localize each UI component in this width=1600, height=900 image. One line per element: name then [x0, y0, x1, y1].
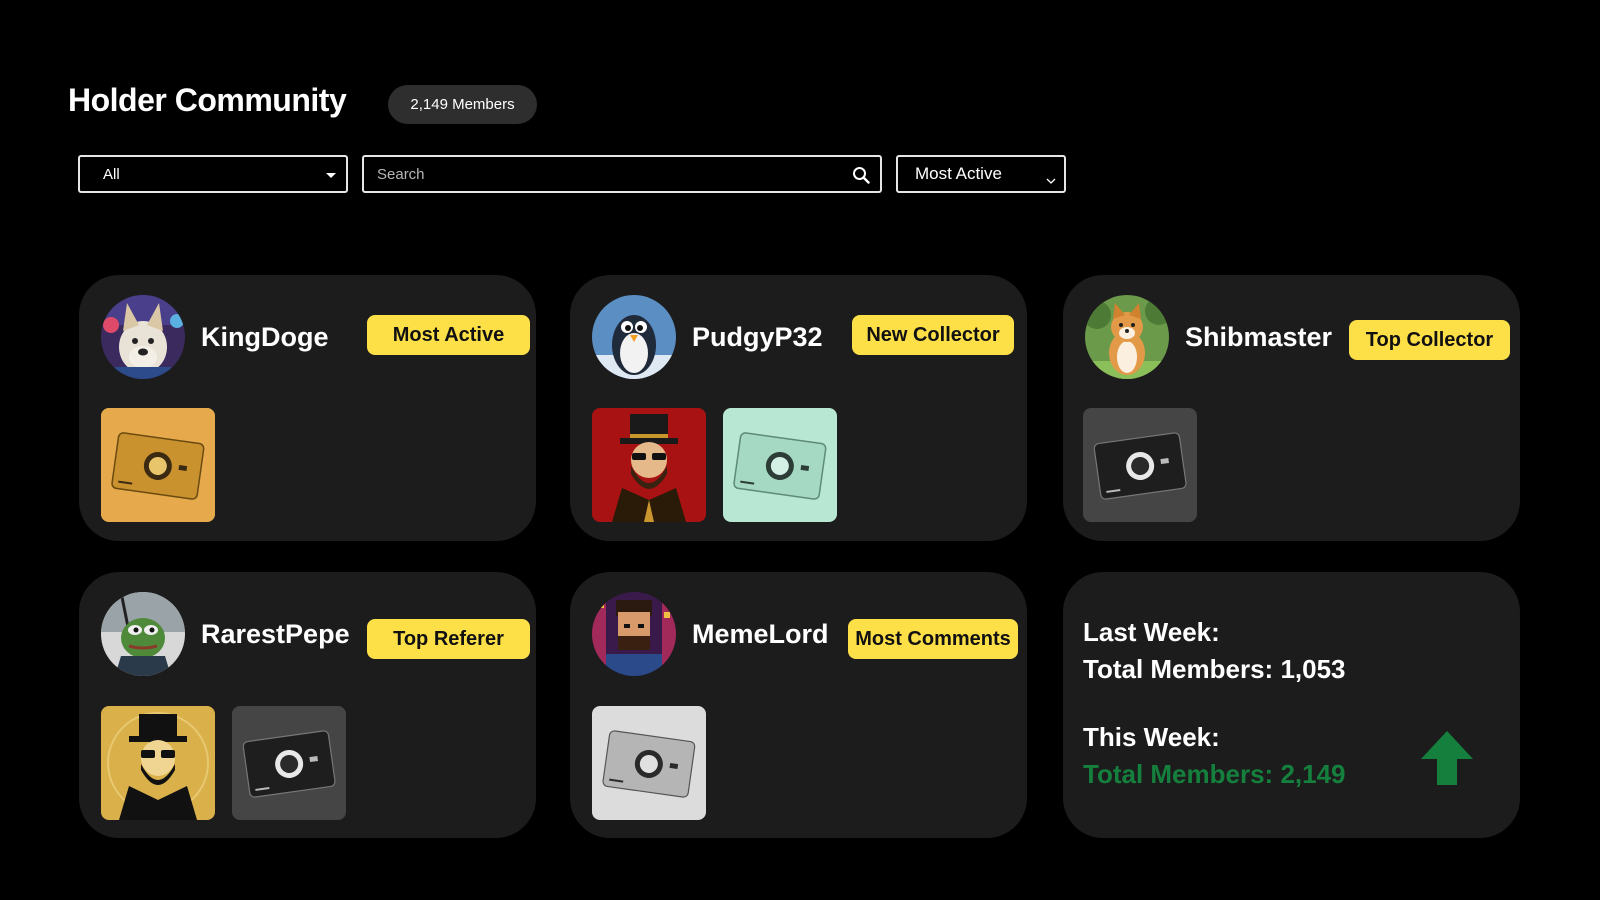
search-icon[interactable] [852, 166, 870, 189]
sort-value: Most Active [915, 164, 1002, 183]
member-badge: Most Active [367, 315, 530, 355]
mint-card-nft[interactable] [723, 408, 837, 522]
member-badge: Top Collector [1349, 320, 1510, 360]
search-input[interactable] [375, 164, 839, 184]
member-name[interactable]: PudgyP32 [692, 322, 823, 353]
last-week-total: Total Members: 1,053 [1083, 654, 1346, 684]
dog-avatar [101, 295, 185, 379]
pepe-avatar [101, 592, 185, 676]
member-card[interactable]: RarestPepe Top Referer [79, 572, 536, 838]
last-week-label: Last Week: [1083, 617, 1220, 647]
black-card-nft[interactable] [1083, 408, 1197, 522]
member-name[interactable]: KingDoge [201, 322, 329, 353]
caret-down-icon [326, 173, 336, 178]
member-stats-card: Last Week: Total Members: 1,053 This Wee… [1063, 572, 1520, 838]
gold-gentleman-nft[interactable] [101, 706, 215, 820]
member-card[interactable]: Shibmaster Top Collector [1063, 275, 1520, 541]
pixel-man-avatar [592, 592, 676, 676]
category-filter-value: All [103, 165, 120, 183]
member-card[interactable]: KingDoge Most Active [79, 275, 536, 541]
sort-select[interactable]: Most Active [896, 155, 1066, 193]
member-card[interactable]: MemeLord Most Comments [570, 572, 1027, 838]
member-card[interactable]: PudgyP32 New Collector [570, 275, 1027, 541]
category-filter-select[interactable]: All [78, 155, 348, 193]
gold-card-nft[interactable] [101, 408, 215, 522]
member-name[interactable]: Shibmaster [1185, 322, 1332, 353]
member-badge: Most Comments [848, 619, 1018, 659]
member-badge: New Collector [852, 315, 1014, 355]
shiba-avatar [1085, 295, 1169, 379]
penguin-avatar [592, 295, 676, 379]
black-card-nft[interactable] [232, 706, 346, 820]
this-week-label: This Week: [1083, 722, 1220, 752]
search-field[interactable] [362, 155, 882, 193]
page-title: Holder Community [68, 82, 347, 118]
arrow-up-icon [1421, 731, 1473, 790]
members-count-badge: 2,149 Members [388, 85, 537, 124]
silver-card-nft[interactable] [592, 706, 706, 820]
member-badge: Top Referer [367, 619, 530, 659]
chevron-down-icon [1046, 170, 1056, 190]
member-name[interactable]: RarestPepe [201, 619, 350, 650]
this-week-total: Total Members: 2,149 [1083, 759, 1346, 789]
top-hat-gentleman-nft[interactable] [592, 408, 706, 522]
member-name[interactable]: MemeLord [692, 619, 829, 650]
